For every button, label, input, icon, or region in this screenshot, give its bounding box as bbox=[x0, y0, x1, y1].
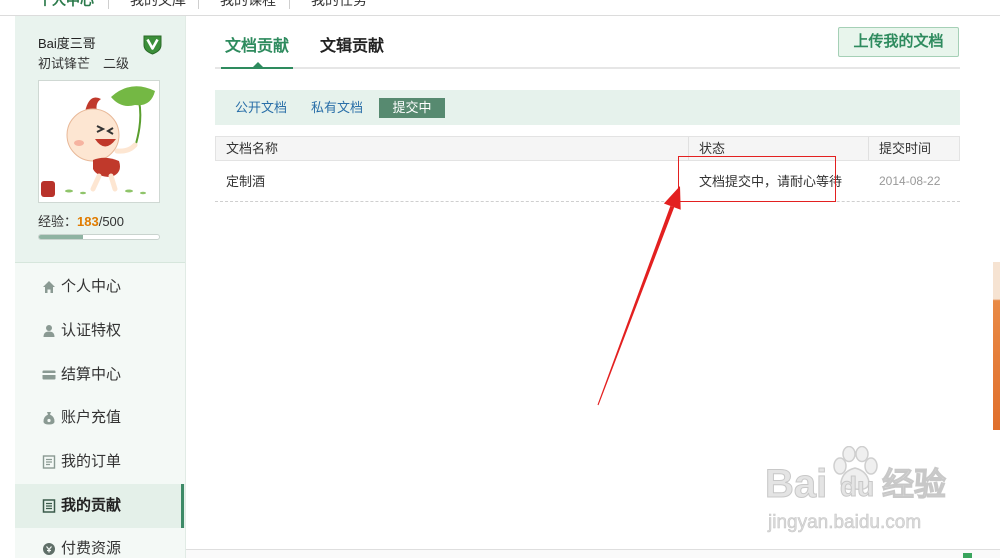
person-icon bbox=[42, 324, 56, 338]
experience-total: /500 bbox=[98, 214, 125, 229]
sidebar: Bai度三哥 初试锋芒 二级 经验：183/500 个人中心 认证特权 结算中心… bbox=[15, 16, 186, 558]
sidebar-item-label: 个人中心 bbox=[61, 278, 122, 295]
sidebar-item-personal-center[interactable]: 个人中心 bbox=[15, 265, 185, 309]
column-divider bbox=[868, 137, 869, 160]
experience-label: 经验： bbox=[38, 214, 78, 229]
table-header: 文档名称 状态 提交时间 bbox=[215, 136, 960, 161]
bottom-green-marker bbox=[963, 553, 972, 558]
top-nav-my-tasks[interactable]: 我的任务 bbox=[311, 0, 367, 8]
sidebar-item-label: 付费资源 bbox=[61, 540, 122, 557]
document-icon bbox=[42, 499, 56, 513]
subtab-private-documents[interactable]: 私有文档 bbox=[311, 100, 363, 116]
sidebar-item-paid-resources[interactable]: 付费资源 bbox=[15, 527, 185, 558]
active-tab-caret-icon bbox=[253, 62, 263, 67]
home-icon bbox=[42, 280, 56, 294]
subtab-bar: 公开文档 私有文档 提交中 bbox=[215, 90, 960, 125]
card-icon bbox=[42, 368, 56, 382]
experience-progress-bar bbox=[38, 234, 160, 240]
top-nav: 个人中心 我的文库 我的课程 我的任务 bbox=[0, 0, 1000, 16]
nav-separator bbox=[108, 0, 109, 9]
coin-icon bbox=[42, 542, 56, 556]
receipt-icon bbox=[42, 455, 56, 469]
table-row[interactable]: 定制酒 文档提交中，请耐心等待 2014-08-22 bbox=[215, 161, 960, 202]
top-nav-personal-center[interactable]: 个人中心 bbox=[38, 0, 94, 8]
sidebar-item-label: 我的贡献 bbox=[61, 497, 122, 514]
rank-title: 初试锋芒 bbox=[38, 56, 91, 71]
sidebar-item-settlement[interactable]: 结算中心 bbox=[15, 353, 185, 397]
rank-level: 二级 bbox=[103, 56, 130, 71]
experience-current: 183 bbox=[77, 214, 99, 229]
column-header-name: 文档名称 bbox=[226, 141, 279, 156]
experience-text: 经验：183/500 bbox=[38, 214, 124, 230]
sidebar-item-orders[interactable]: 我的订单 bbox=[15, 440, 185, 484]
profile-card: Bai度三哥 初试锋芒 二级 经验：183/500 bbox=[15, 16, 185, 263]
sidebar-item-certification[interactable]: 认证特权 bbox=[15, 309, 185, 353]
column-header-submitted: 提交时间 bbox=[879, 141, 932, 156]
tab-collection-contributions[interactable]: 文辑贡献 bbox=[320, 38, 384, 56]
tab-document-contributions[interactable]: 文档贡献 bbox=[225, 38, 289, 56]
watermark-url: jingyan.baidu.com bbox=[768, 512, 922, 534]
verified-v-icon[interactable] bbox=[143, 34, 162, 55]
username[interactable]: Bai度三哥 bbox=[38, 36, 96, 52]
watermark-brand-left: Bai bbox=[764, 462, 828, 507]
sidebar-item-label: 结算中心 bbox=[61, 366, 122, 383]
sidebar-item-recharge[interactable]: 账户充值 bbox=[15, 396, 185, 440]
top-nav-my-library[interactable]: 我的文库 bbox=[130, 0, 186, 8]
watermark-brand-right: du bbox=[839, 471, 875, 502]
active-tab-underline bbox=[221, 67, 293, 69]
watermark-product: 经验 bbox=[881, 466, 947, 503]
sidebar-item-label: 认证特权 bbox=[61, 322, 122, 339]
sidebar-item-contributions[interactable]: 我的贡献 bbox=[15, 484, 185, 528]
tab-divider bbox=[215, 67, 960, 69]
avatar[interactable] bbox=[38, 80, 160, 203]
annotation-highlight-box bbox=[678, 156, 836, 202]
top-nav-my-courses[interactable]: 我的课程 bbox=[220, 0, 276, 8]
sidebar-item-label: 账户充值 bbox=[61, 409, 122, 426]
experience-progress-fill bbox=[39, 235, 83, 239]
sidebar-item-label: 我的订单 bbox=[61, 453, 122, 470]
nav-separator bbox=[289, 0, 290, 9]
upload-document-button[interactable]: 上传我的文档 bbox=[838, 27, 959, 57]
submitted-date: 2014-08-22 bbox=[879, 174, 941, 188]
document-name[interactable]: 定制酒 bbox=[226, 161, 265, 202]
nav-separator bbox=[198, 0, 199, 9]
subtab-public-documents[interactable]: 公开文档 bbox=[235, 100, 287, 116]
bottom-bar bbox=[186, 550, 1000, 558]
side-ad-edge bbox=[993, 262, 1000, 430]
active-indicator bbox=[181, 484, 184, 528]
money-bag-icon bbox=[42, 411, 56, 425]
subtab-submitting[interactable]: 提交中 bbox=[379, 98, 445, 118]
